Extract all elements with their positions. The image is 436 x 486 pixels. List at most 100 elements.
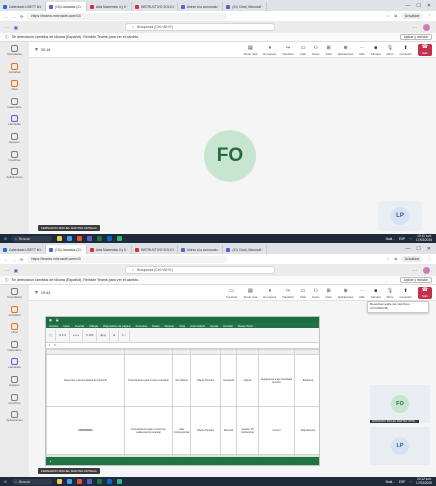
participant-tile-fo[interactable]: FO FERNANDO MIGUEL MARTES ORTE... [370,385,430,423]
search-input[interactable]: ⌕ Búsqueda (Ctrl+Alt+E) [125,266,275,274]
app-icon[interactable] [117,236,123,241]
wifi-icon[interactable]: ◠ [409,237,412,241]
widgets-icon[interactable] [57,236,63,241]
shared-excel-window[interactable]: ▦ 💾 Archivo Inicio Insertar Dibujar Dispo… [45,316,320,466]
close-icon[interactable]: ✕ [427,3,431,9]
chat-button[interactable]: ▭ Chat [300,288,306,299]
browser-tab[interactable]: Unirse a la convocato · [178,2,224,11]
browser-tab[interactable]: Calendario UDETT fk1 · [0,2,46,11]
update-button[interactable]: Actualizar [401,256,423,262]
save-icon[interactable]: 💾 [56,318,59,322]
control-button[interactable]: ▭ Controlar [226,288,238,299]
excel-icon[interactable] [97,479,103,484]
taskbar-search[interactable]: ⌕ Buscar [12,235,53,242]
taskbar-search[interactable]: ⌕ Buscar [12,478,53,485]
table-cell[interactable]: Líder Competencias [172,406,191,455]
rail-item-novedades[interactable]: Novedades [7,45,22,57]
table-cell[interactable]: Mejoramiento [294,406,319,455]
chrome-icon[interactable] [77,479,83,484]
menu-dots-icon[interactable]: ⋮ [427,14,431,18]
word-icon[interactable] [107,236,113,241]
menu-item[interactable]: Inicio [63,324,70,328]
menu-item[interactable]: Ayuda [210,324,218,328]
table-cell[interactable]: Evidencia [294,354,319,407]
spreadsheet-grid[interactable]: Retención y desvinculación de Personal P… [46,349,319,465]
hold-button[interactable]: ⏸ En espera [263,288,276,299]
table-cell[interactable]: Seguimiento a las novedades de retiro [258,354,295,407]
take-note-button[interactable]: ▤ Tomar nota [243,288,257,299]
word-icon[interactable] [107,479,113,484]
share-button[interactable]: ⬆ Compartir [399,45,411,56]
rail-item-chat[interactable]: Chat [11,323,18,335]
menu-item[interactable]: Fórmulas [136,324,148,328]
url-field[interactable]: https://teams.microsoft.com/v2/ [27,12,228,20]
table-cell[interactable]: Mensual [220,406,237,455]
more-button[interactable]: ⋯ Más [359,45,364,56]
rail-item-calendario[interactable]: Calendario [8,340,21,353]
table-cell[interactable]: Jefe Talento [172,354,191,407]
minimize-icon[interactable]: — [405,3,410,9]
table-cell[interactable]: Vigente [236,354,259,407]
view-button[interactable]: ⊞ Vista [326,288,332,299]
windows-start-icon[interactable]: ⊞ [4,237,7,241]
leave-button[interactable]: ☎ Salir [417,286,432,299]
menu-item[interactable]: Vista [179,324,185,328]
extensions-icon[interactable]: ⧉ [394,14,397,18]
avatar[interactable] [423,23,430,31]
language-indicator[interactable]: ESP [399,237,405,241]
forward-icon[interactable]: → [12,257,16,262]
browser-tab-active[interactable]: (15) Llamadas (21 · [46,2,87,11]
leave-button[interactable]: ☎ Salir [417,43,432,56]
hold-button[interactable]: ⏸ En espera [263,45,276,56]
rail-item-equipos[interactable]: Equipos [9,375,20,388]
take-note-button[interactable]: ▤ Tomar nota [243,45,257,56]
minimize-icon[interactable]: — [405,246,410,252]
table-cell[interactable]: Retención y desvinculación de Personal [46,354,125,407]
apps-button[interactable]: ⊕ Aplicaciones [338,45,354,56]
browser-tab[interactable]: (31) Chat | Microsoft · [223,245,268,254]
table-cell[interactable]: Procedimiento para el retiro voluntario [124,354,173,407]
language-indicator[interactable]: ESP [399,480,405,484]
table-cell[interactable]: Control [258,406,295,455]
ribbon-group-number[interactable]: % 000 [86,329,98,341]
rail-item-aplicaciones[interactable]: Aplicaciones [6,168,23,180]
table-cell[interactable]: Talento Humano [190,406,221,455]
files-icon[interactable] [67,236,73,241]
menu-item[interactable]: Disposición de página [103,324,130,328]
apply-restart-button[interactable]: Aplicar y reiniciar [399,34,432,40]
menu-dots-icon[interactable]: ⋮ [427,257,431,261]
avatar[interactable] [423,266,430,274]
grid-menu-icon[interactable]: ⋯ [0,268,9,273]
teams-icon[interactable] [87,479,93,484]
self-video-tile[interactable]: LP [378,201,422,231]
star-icon[interactable]: ☆ [386,14,389,18]
share-button[interactable]: ⬆ Compartir [399,288,411,299]
menu-item[interactable]: Acrobat [223,324,233,328]
rail-item-chat[interactable]: Chat [11,80,18,92]
back-icon[interactable]: ← [4,257,8,262]
table-cell[interactable]: Gestión TH Institucional [236,406,259,455]
rail-item-equipos[interactable]: Equipos [9,132,20,145]
search-input[interactable]: ⌕ Búsqueda (Ctrl+Alt+E) [125,23,275,31]
ribbon-group-alignment[interactable]: ≡ ≡ ≡ [73,329,83,341]
windows-start-icon[interactable]: ⊞ [4,480,7,484]
forward-icon[interactable]: → [12,14,16,19]
table-cell[interactable]: Talento Humano [190,354,221,407]
browser-tab[interactable]: Unirse a la convocato · [178,245,224,254]
ribbon-group-editing[interactable]: Σ ⌕ [122,329,130,341]
people-button[interactable]: ⚇ Gente [312,45,320,56]
rail-item-onedrive[interactable]: OneDrive [8,150,21,163]
star-icon[interactable]: ☆ [386,257,389,261]
chat-button[interactable]: ▭ Chat [300,45,306,56]
chrome-icon[interactable] [77,236,83,241]
more-button[interactable]: ⋯ Más [359,288,364,299]
back-icon[interactable]: ← [4,14,8,19]
camera-button[interactable]: ■ Cámara [371,288,381,299]
ribbon-group-font[interactable]: N K S [59,329,71,341]
apps-button[interactable]: ⊕ Aplicaciones [338,288,354,299]
rail-item-llamadas[interactable]: Llamadas [8,115,21,127]
table-cell[interactable]: Procedimiento para el control de asisten… [124,406,173,455]
mic-button[interactable]: 🎙 Micro [387,288,394,299]
browser-tab-active[interactable]: (15) Llamadas (21 · [46,245,87,254]
more-icon[interactable]: ⋯ [413,268,417,273]
